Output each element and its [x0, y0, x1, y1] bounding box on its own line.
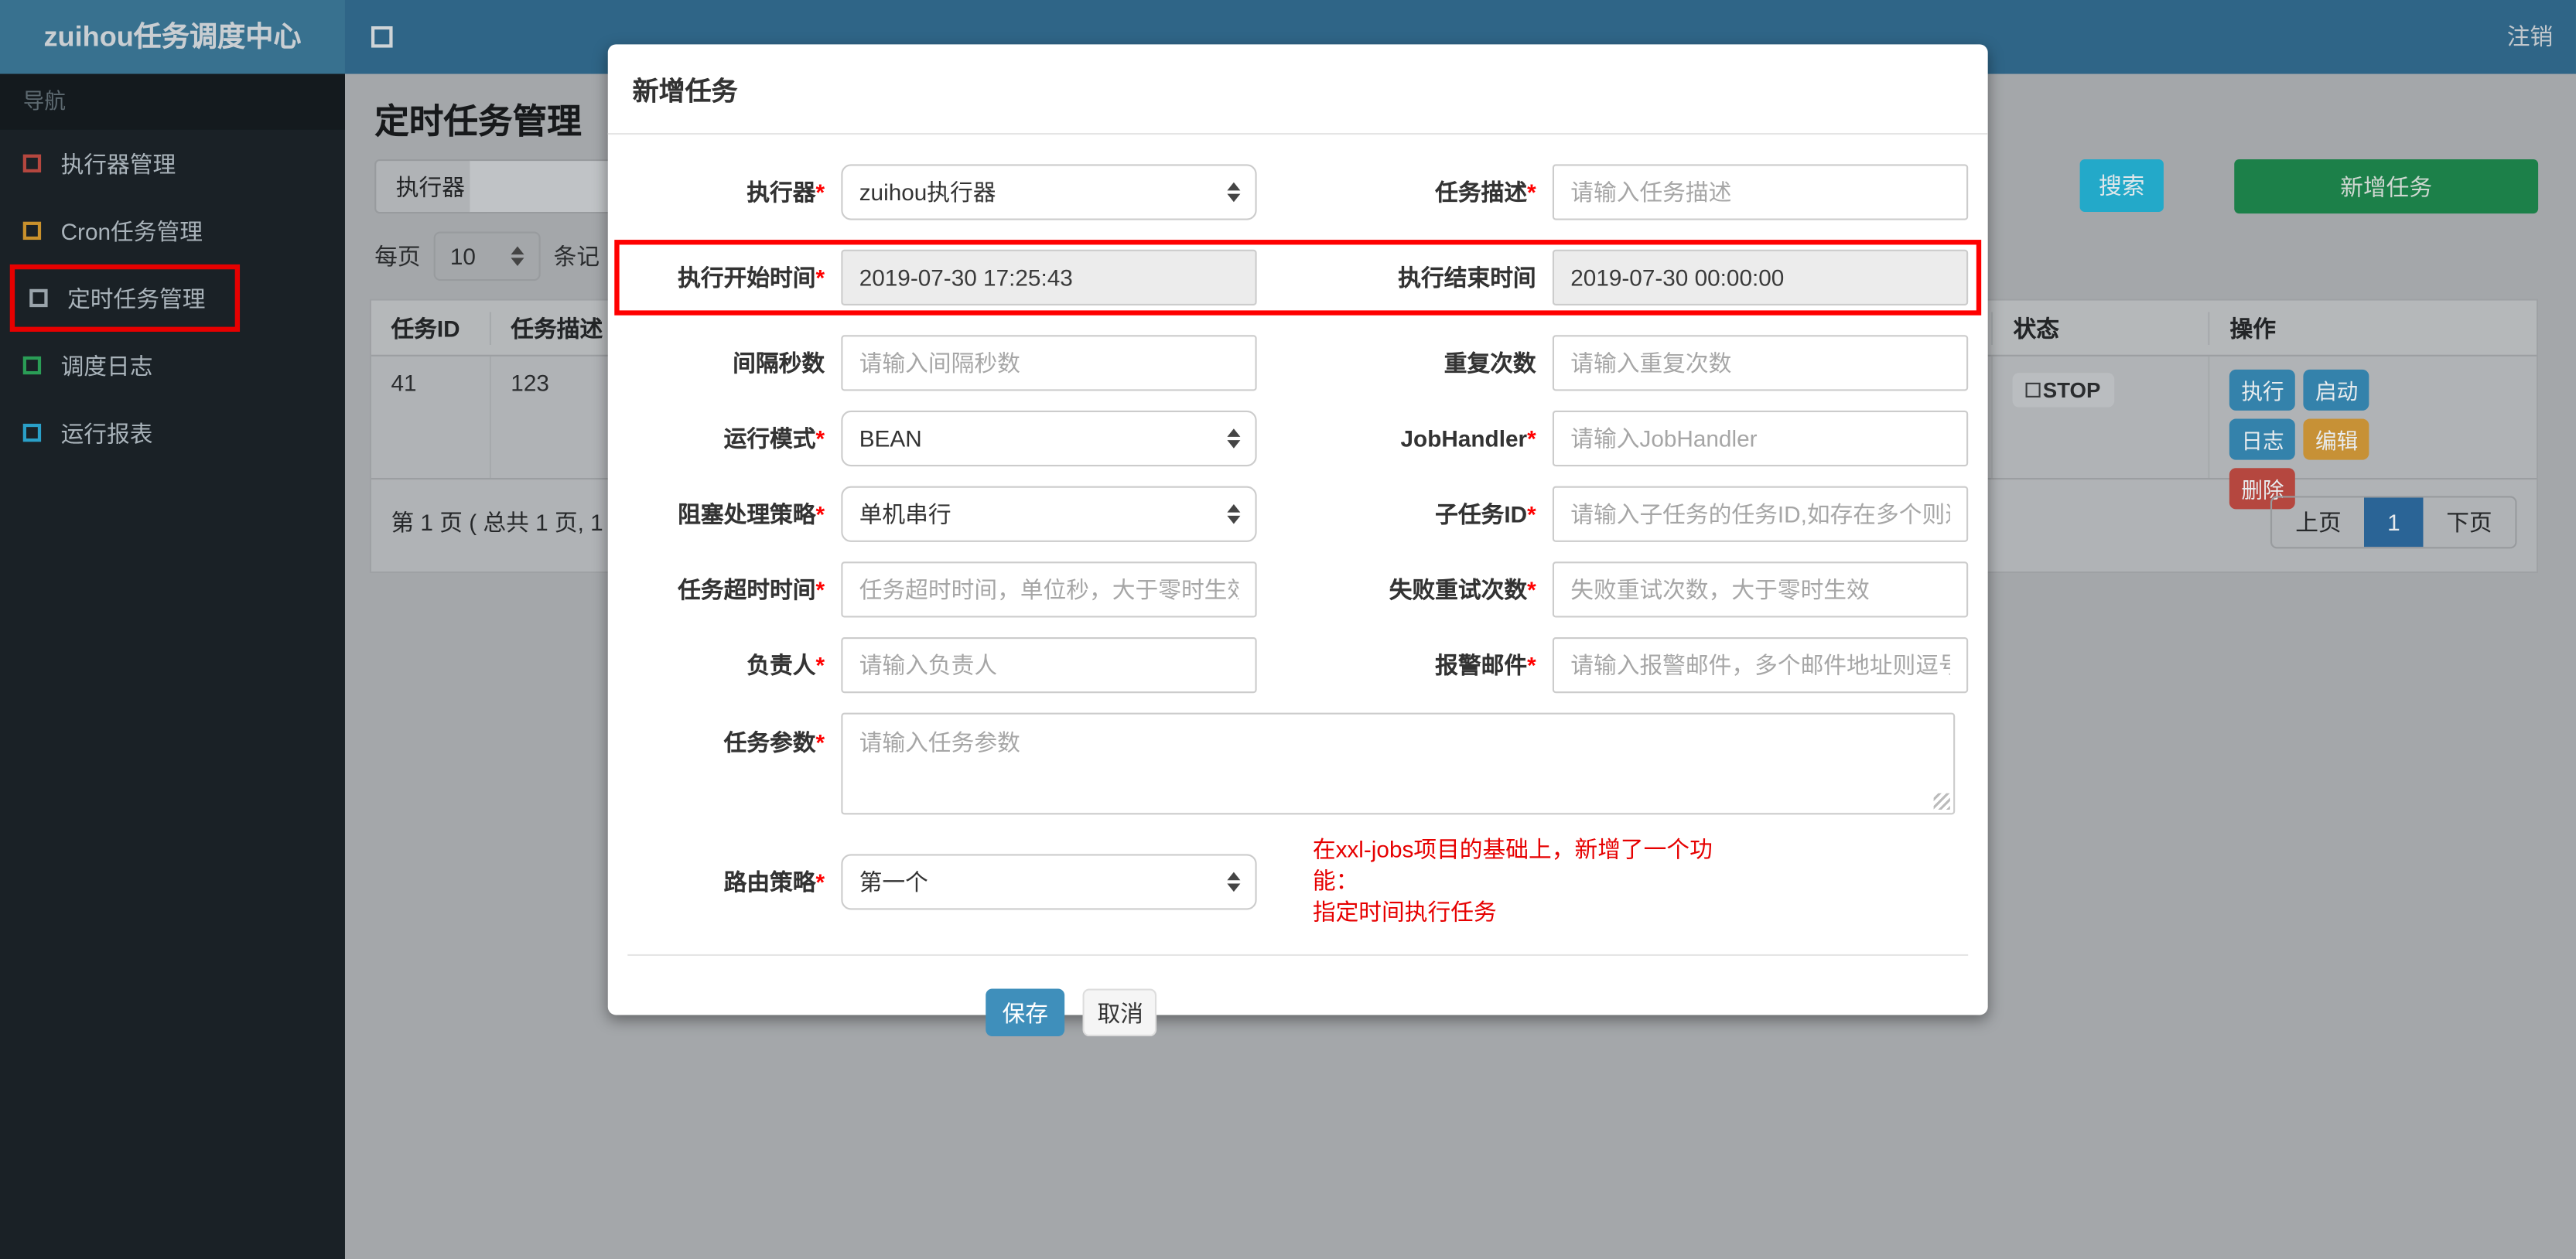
job-param-label: 任务参数* [723, 728, 825, 756]
modal-body: 执行器* zuihou执行器 任务描述* 执行开始时间* 执行结束时间 间隔秒数 [608, 135, 1988, 1037]
run-button[interactable]: 执行 [2229, 369, 2296, 411]
route-strategy-select-value: 第一个 [859, 868, 928, 895]
per-page-value: 10 [449, 243, 476, 270]
col-header-actions: 操作 [2208, 311, 2537, 344]
job-handler-label: JobHandler* [1400, 425, 1536, 452]
sidebar-toggle-icon[interactable] [371, 26, 393, 48]
alarm-email-input[interactable] [1552, 636, 1969, 694]
app-brand: zuihou任务调度中心 [0, 0, 345, 74]
cancel-button[interactable]: 取消 [1083, 988, 1158, 1037]
fail-retry-label: 失败重试次数* [1389, 576, 1536, 603]
job-desc-label: 任务描述* [1435, 179, 1536, 206]
feature-note-line2: 指定时间执行任务 [1312, 898, 1497, 925]
repeat-label: 重复次数 [1443, 350, 1536, 377]
child-job-input[interactable] [1552, 486, 1969, 542]
sidebar-item-label: 调度日志 [60, 352, 153, 379]
cell-status: STOP [1991, 356, 2209, 478]
teal-square-icon [22, 423, 42, 442]
status-badge: STOP [2013, 373, 2114, 408]
sidebar-item-cron-task[interactable]: Cron任务管理 [0, 197, 345, 264]
sidebar-item-timed-task[interactable]: 定时任务管理 [9, 264, 241, 332]
owner-input[interactable] [841, 636, 1257, 694]
executor-label: 执行器* [746, 179, 825, 206]
start-button[interactable]: 启动 [2304, 369, 2370, 411]
save-button[interactable]: 保存 [986, 988, 1065, 1037]
resize-handle-icon[interactable] [1933, 793, 1950, 810]
pager: 上页 1 下页 [2270, 496, 2517, 549]
logout-link[interactable]: 注销 [2507, 0, 2553, 74]
block-strategy-select[interactable]: 单机串行 [841, 486, 1257, 542]
start-time-label: 执行开始时间* [678, 264, 825, 291]
select-caret-icon [1227, 503, 1241, 524]
owner-label: 负责人* [746, 652, 825, 679]
col-header-status: 状态 [1991, 311, 2209, 344]
col-header-task-id: 任务ID [391, 314, 460, 341]
search-button[interactable]: 搜索 [2079, 159, 2164, 212]
end-time-input[interactable] [1552, 249, 1969, 306]
nav-section-label: 导航 [0, 73, 345, 130]
interval-label: 间隔秒数 [733, 350, 825, 377]
page-title: 定时任务管理 [374, 103, 582, 142]
next-page-button[interactable]: 下页 [2423, 497, 2515, 547]
job-param-textarea[interactable] [841, 712, 1956, 815]
add-task-modal: 新增任务 执行器* zuihou执行器 任务描述* 执行开始时间* 执行结束时间 [607, 44, 1988, 1037]
executor-select[interactable]: zuihou执行器 [841, 164, 1257, 220]
add-task-button[interactable]: 新增任务 [2234, 159, 2539, 214]
timeout-label: 任务超时时间* [678, 576, 825, 603]
job-handler-input[interactable] [1552, 410, 1969, 467]
sidebar-item-label: Cron任务管理 [60, 217, 203, 244]
per-page-prefix: 每页 [374, 243, 421, 270]
alarm-email-label: 报警邮件* [1435, 652, 1536, 679]
green-square-icon [22, 356, 42, 375]
modal-header: 新增任务 [607, 44, 1988, 135]
prev-page-button[interactable]: 上页 [2273, 497, 2365, 547]
job-desc-input[interactable] [1552, 164, 1969, 220]
interval-input[interactable] [841, 335, 1257, 391]
status-text: STOP [2042, 377, 2101, 403]
select-caret-icon [1227, 871, 1241, 892]
route-strategy-select[interactable]: 第一个 [841, 853, 1257, 909]
route-strategy-label: 路由策略* [723, 868, 825, 895]
fail-retry-input[interactable] [1552, 561, 1969, 618]
timeout-input[interactable] [841, 561, 1257, 618]
select-caret-icon [1227, 428, 1241, 449]
start-time-input[interactable] [841, 249, 1257, 306]
gray-square-icon [29, 288, 48, 308]
sidebar-item-label: 运行报表 [60, 419, 153, 446]
time-range-highlight-box: 执行开始时间* 执行结束时间 [614, 240, 1982, 316]
pagination-summary: 第 1 页 ( 总共 1 页, 1 [391, 509, 603, 536]
per-page-suffix: 条记 [553, 243, 600, 270]
run-mode-select-value: BEAN [859, 425, 922, 452]
log-button[interactable]: 日志 [2229, 418, 2296, 460]
current-page-button[interactable]: 1 [2364, 497, 2424, 548]
edit-button[interactable]: 编辑 [2304, 418, 2370, 460]
feature-note-line1: 在xxl-jobs项目的基础上，新增了一个功能： [1312, 835, 1713, 894]
feature-note: 在xxl-jobs项目的基础上，新增了一个功能： 指定时间执行任务 [1313, 834, 1740, 928]
per-page-select[interactable]: 10 [433, 231, 541, 281]
modal-title: 新增任务 [632, 78, 738, 107]
block-strategy-select-value: 单机串行 [859, 500, 951, 527]
select-caret-icon [511, 246, 524, 267]
repeat-input[interactable] [1552, 335, 1969, 391]
select-caret-icon [1227, 182, 1241, 203]
end-time-label: 执行结束时间 [1398, 264, 1536, 291]
square-icon [2026, 382, 2041, 397]
cell-task-id: 41 [391, 369, 417, 396]
per-page-control: 每页 10 条记 [374, 231, 600, 281]
sidebar-item-executor-manage[interactable]: 执行器管理 [0, 130, 345, 197]
sidebar-item-run-report[interactable]: 运行报表 [0, 399, 345, 466]
red-square-icon [22, 154, 42, 172]
run-mode-label: 运行模式* [723, 425, 825, 452]
sidebar-item-dispatch-log[interactable]: 调度日志 [0, 332, 345, 399]
sidebar-item-label: 执行器管理 [60, 150, 176, 177]
orange-square-icon [22, 221, 42, 241]
sidebar-item-label: 定时任务管理 [67, 285, 206, 312]
child-job-label: 子任务ID* [1435, 500, 1536, 527]
modal-footer: 保存 取消 [627, 956, 1968, 1037]
run-mode-select[interactable]: BEAN [841, 410, 1257, 467]
block-strategy-label: 阻塞处理策略* [678, 500, 825, 527]
sidebar: 导航 执行器管理 Cron任务管理 定时任务管理 调度日志 运行报表 [0, 73, 345, 1259]
executor-select-value: zuihou执行器 [859, 179, 996, 206]
cell-actions: 执行 启动 日志 编辑 删除 [2208, 356, 2537, 510]
